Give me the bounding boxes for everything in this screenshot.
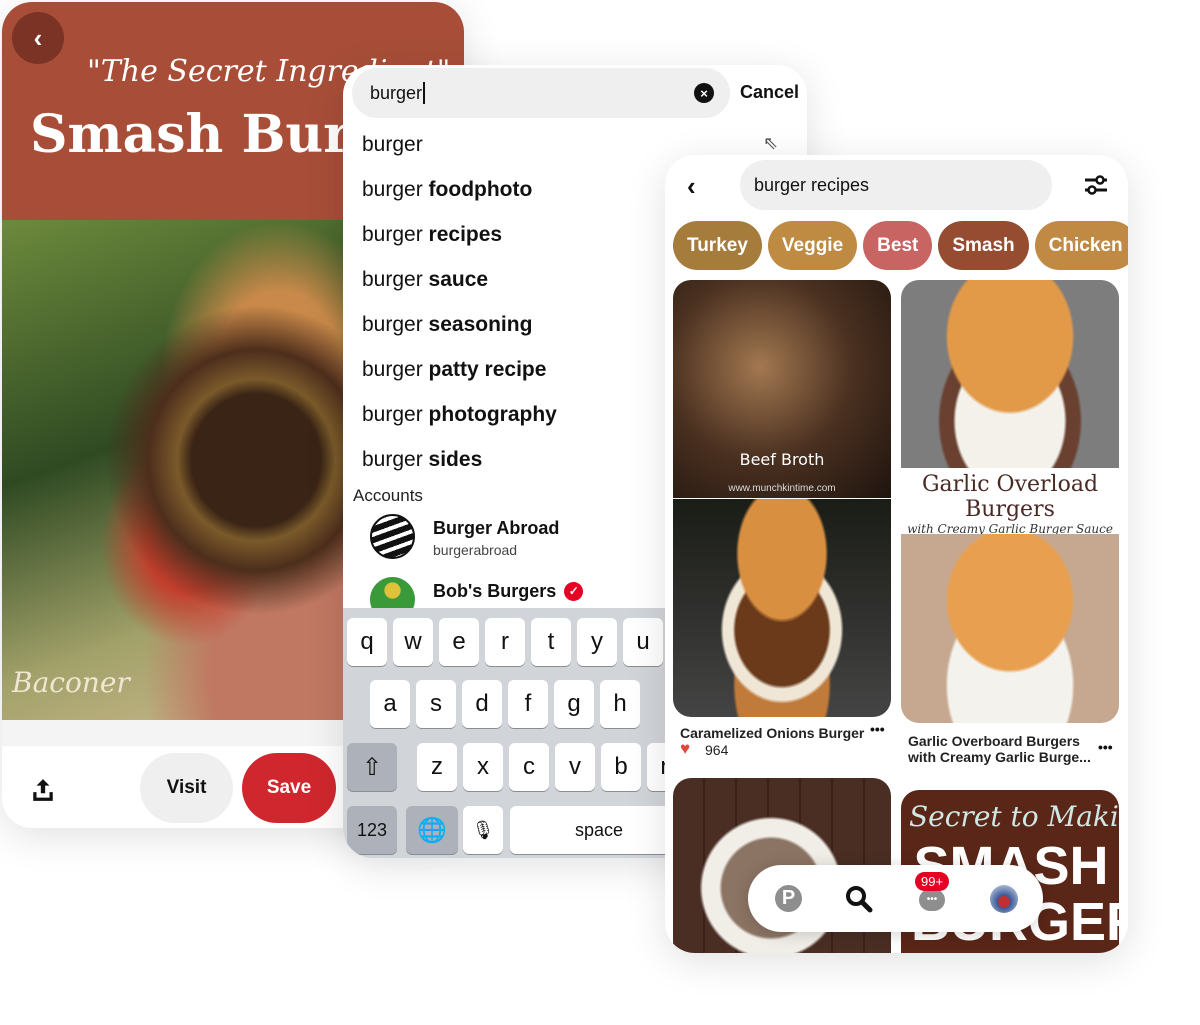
search-suggestion[interactable]: burger patty recipe (362, 358, 546, 382)
more-options-icon[interactable]: ••• (870, 721, 885, 737)
suggestion-completion: recipes (428, 223, 503, 246)
key-g[interactable]: g (554, 680, 594, 728)
filter-chip[interactable]: Best (863, 221, 933, 270)
key-h[interactable]: h (600, 680, 640, 728)
pin-title[interactable]: Garlic Overboard Burgers with Creamy Gar… (908, 733, 1098, 765)
account-name-text: Bob's Burgers (433, 581, 557, 601)
arrow-up-left-icon[interactable]: ⇖ (763, 133, 778, 154)
key-c[interactable]: c (509, 743, 549, 791)
pin-card[interactable]: Garlic Overload Burgers with Creamy Garl… (901, 280, 1119, 723)
search-input[interactable]: burger recipes (740, 160, 1052, 210)
search-suggestion[interactable]: burger foodphoto (362, 178, 532, 202)
filter-chip[interactable]: Turkey (673, 221, 762, 270)
chevron-left-icon: ‹ (33, 22, 43, 53)
accounts-heading: Accounts (353, 486, 423, 505)
pin-card[interactable]: Beef Broth www.munchkintime.com (673, 280, 891, 717)
key-a[interactable]: a (370, 680, 410, 728)
watermark-logo: Baconer (12, 666, 130, 699)
key-w[interactable]: w (393, 618, 433, 666)
pin-overlay-title: Garlic Overload Burgers (921, 472, 1099, 522)
globe-icon[interactable]: 🌐 (406, 806, 458, 854)
suggestion-base: burger (362, 268, 429, 291)
home-icon[interactable]: P (775, 885, 802, 912)
suggestion-base: burger (362, 178, 429, 201)
verified-check-icon: ✓ (564, 582, 584, 601)
pin-overlay-text: Beef Broth (739, 450, 825, 469)
chevron-left-icon: ‹ (687, 171, 696, 201)
pin-overlay-script: Secret to Making (909, 800, 1119, 833)
search-results-screen: ‹ burger recipes Turkey Veggie Best Smash Ch… (665, 155, 1128, 953)
profile-avatar[interactable] (990, 885, 1018, 913)
microphone-icon[interactable]: 🎙 (463, 806, 503, 854)
filter-chip[interactable]: Smash (938, 221, 1029, 270)
filter-chip[interactable]: Veggie (767, 221, 858, 270)
numbers-key[interactable]: 123 (347, 806, 397, 854)
suggestion-base: burger (362, 358, 429, 381)
save-button[interactable]: Save (242, 753, 336, 823)
account-name[interactable]: Burger Abroad (433, 518, 559, 539)
back-button[interactable]: ‹ (12, 12, 64, 64)
suggestion-base: burger (362, 223, 429, 246)
search-input[interactable]: burger (352, 68, 730, 118)
text-caret (423, 82, 426, 104)
shift-key[interactable]: ⇧ (347, 743, 397, 791)
heart-reaction-icon: ♥ (680, 739, 691, 758)
cancel-button[interactable]: Cancel (740, 82, 799, 103)
filter-chip[interactable]: Chicken (1034, 221, 1128, 270)
key-e[interactable]: e (439, 618, 479, 666)
key-u[interactable]: u (623, 618, 663, 666)
key-d[interactable]: d (462, 680, 502, 728)
key-y[interactable]: y (577, 618, 617, 666)
messages-icon[interactable]: ••• (919, 889, 945, 911)
suggestion-base: burger (362, 313, 429, 336)
suggestion-completion: foodphoto (428, 178, 533, 201)
key-f[interactable]: f (508, 680, 548, 728)
suggestion-completion: seasoning (428, 313, 533, 336)
key-r[interactable]: r (485, 618, 525, 666)
notification-badge: 99+ (915, 872, 950, 891)
key-q[interactable]: q (347, 618, 387, 666)
visit-button[interactable]: Visit (140, 753, 233, 823)
pin-image (901, 280, 1119, 468)
pin-image (673, 499, 891, 717)
filter-sliders-icon[interactable] (1083, 173, 1109, 197)
suggestion-base: burger (362, 133, 423, 156)
pin-overlay-band: Garlic Overload Burgers with Creamy Garl… (901, 468, 1119, 536)
search-icon[interactable] (845, 885, 873, 913)
pin-overlay-url: www.munchkintime.com (728, 483, 836, 494)
key-s[interactable]: s (416, 680, 456, 728)
space-key[interactable]: space (510, 806, 688, 854)
search-query: burger (370, 82, 423, 103)
account-name[interactable]: Bob's Burgers ✓ (433, 581, 584, 602)
key-z[interactable]: z (417, 743, 457, 791)
suggestion-completion: sauce (428, 268, 489, 291)
more-options-icon[interactable]: ••• (1098, 739, 1113, 755)
suggestion-base: burger (362, 403, 429, 426)
search-suggestion[interactable]: burger sides (362, 448, 482, 472)
search-suggestion[interactable]: burger photography (362, 403, 557, 427)
suggestion-completion: patty recipe (428, 358, 547, 381)
back-button[interactable]: ‹ (687, 171, 696, 202)
share-icon[interactable] (30, 777, 56, 803)
filter-chips: Turkey Veggie Best Smash Chicken (673, 221, 1128, 270)
pin-title[interactable]: Caramelized Onions Burger (680, 725, 864, 741)
search-suggestion[interactable]: burger (362, 133, 423, 157)
suggestion-completion: photography (428, 403, 557, 426)
reaction-count: 964 (705, 742, 729, 758)
search-suggestion[interactable]: burger recipes (362, 223, 502, 247)
account-handle: burgerabroad (433, 542, 518, 558)
key-b[interactable]: b (601, 743, 641, 791)
search-suggestion[interactable]: burger seasoning (362, 313, 532, 337)
suggestion-base: burger (362, 448, 429, 471)
key-v[interactable]: v (555, 743, 595, 791)
pin-image (901, 534, 1119, 723)
search-suggestion[interactable]: burger sauce (362, 268, 488, 292)
key-t[interactable]: t (531, 618, 571, 666)
bottom-nav: P ••• 99+ (748, 865, 1043, 932)
suggestion-completion: sides (428, 448, 483, 471)
key-x[interactable]: x (463, 743, 503, 791)
clear-icon[interactable]: × (694, 83, 714, 103)
avatar[interactable] (370, 514, 415, 559)
